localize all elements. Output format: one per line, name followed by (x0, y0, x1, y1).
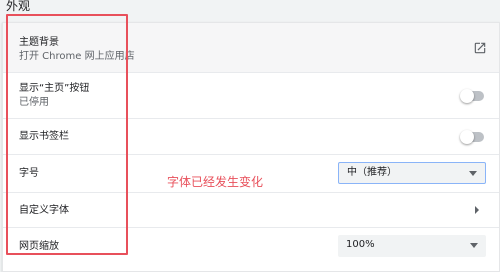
page-zoom-select[interactable]: 100% (338, 235, 486, 257)
section-title: 外观 (6, 0, 31, 13)
bookmarks-bar-toggle[interactable] (460, 130, 484, 144)
home-button-row[interactable]: 显示“主页”按钮 已停用 (3, 73, 499, 118)
custom-fonts-row[interactable]: 自定义字体 (3, 193, 499, 227)
custom-fonts-label: 自定义字体 (19, 205, 69, 216)
theme-label: 主题背景 (19, 37, 59, 48)
font-size-value: 中（推荐） (347, 167, 397, 178)
home-button-status: 已停用 (19, 97, 49, 108)
page-zoom-label: 网页缩放 (19, 241, 59, 252)
toggle-knob (460, 130, 474, 144)
home-button-label: 显示“主页”按钮 (19, 83, 90, 94)
font-size-select[interactable]: 中（推荐） (338, 162, 486, 184)
appearance-card: 主题背景 打开 Chrome 网上应用店 显示“主页”按钮 已停用 显示书签栏 … (2, 22, 500, 272)
toggle-knob (460, 89, 474, 103)
home-button-toggle[interactable] (460, 89, 484, 103)
chevron-down-icon (470, 243, 478, 248)
bookmarks-bar-label: 显示书签栏 (19, 131, 69, 142)
page-zoom-row: 网页缩放 100% (3, 228, 499, 271)
theme-row[interactable]: 主题背景 打开 Chrome 网上应用店 (3, 23, 499, 72)
chevron-down-icon (469, 171, 477, 176)
page-zoom-value: 100% (346, 239, 375, 250)
annotation-text: 字体已经发生变化 (167, 175, 264, 189)
theme-sublabel: 打开 Chrome 网上应用店 (19, 51, 135, 62)
bookmarks-bar-row[interactable]: 显示书签栏 (3, 119, 499, 154)
chevron-right-icon (475, 206, 479, 214)
font-size-label: 字号 (19, 168, 39, 179)
open-in-new-icon[interactable] (473, 41, 487, 55)
